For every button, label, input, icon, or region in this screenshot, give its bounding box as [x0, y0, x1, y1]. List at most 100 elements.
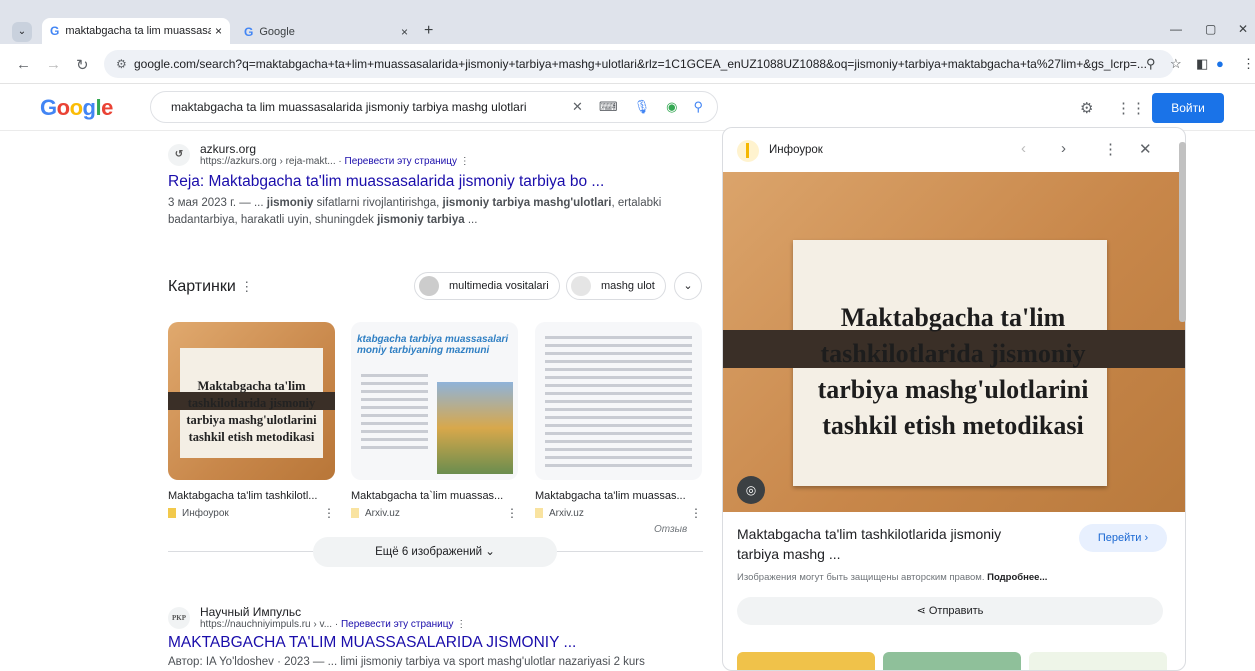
images-heading: Картинки ⋮	[168, 278, 254, 295]
login-button[interactable]: Войти	[1152, 93, 1224, 123]
address-bar-row: ← → ↻ ⚙ google.com/search?q=maktabgacha+…	[0, 44, 1255, 84]
tab-search-results[interactable]: G maktabgacha ta lim muassasala ×	[42, 18, 230, 44]
browser-tab-bar: ⌄ G maktabgacha ta lim muassasala × G Go…	[0, 0, 1255, 44]
result-title-link[interactable]: Reja: Maktabgacha ta'lim muassasalarida …	[168, 173, 698, 191]
image-card[interactable]: Maktabgacha ta'lim muassas... Arxiv.uz ⋮	[535, 322, 702, 520]
more-options-icon[interactable]: ⋮	[506, 506, 518, 520]
close-panel-icon[interactable]: ✕	[1139, 140, 1152, 158]
image-caption[interactable]: Maktabgacha ta`lim muassas...	[351, 490, 518, 502]
image-thumbnail[interactable]: ktabgacha tarbiya muassasalari moniy tar…	[351, 322, 518, 480]
clear-search-icon[interactable]: ✕	[572, 92, 583, 122]
search-icon[interactable]: ⚲	[693, 92, 703, 122]
panel-title[interactable]: Maktabgacha ta'lim tashkilotlarida jismo…	[737, 524, 1047, 564]
google-favicon-icon: G	[244, 25, 254, 39]
preview-image[interactable]: Maktabgacha ta'lim tashkilotlarida jismo…	[723, 172, 1185, 512]
result-url[interactable]: https://azkurs.org › reja-makt...	[200, 156, 336, 167]
keyboard-icon[interactable]: ⌨	[599, 92, 618, 122]
scrollbar[interactable]	[1176, 130, 1188, 671]
related-thumbnail[interactable]	[883, 652, 1021, 670]
tab-title: maktabgacha ta lim muassasala	[65, 25, 211, 37]
more-options-icon[interactable]: ⋮	[690, 506, 702, 520]
image-thumbnail[interactable]	[535, 322, 702, 480]
minimize-button[interactable]: —	[1170, 22, 1182, 36]
forward-icon[interactable]: →	[46, 56, 61, 73]
site-name[interactable]: Научный Импульс	[200, 605, 466, 619]
image-caption[interactable]: Maktabgacha ta'lim muassas...	[535, 490, 702, 502]
next-image-icon[interactable]: ›	[1061, 140, 1066, 157]
back-icon[interactable]: ←	[16, 56, 31, 73]
image-source: Инфоурок	[182, 507, 229, 519]
site-favicon-icon: ↺	[168, 143, 190, 166]
chevron-down-icon: ⌄	[485, 546, 495, 558]
site-name[interactable]: azkurs.org	[200, 142, 470, 156]
chip-thumbnail	[419, 276, 439, 296]
sidepanel-icon[interactable]: ◧	[1196, 56, 1208, 72]
image-card[interactable]: Maktabgacha ta'lim tashkilotlarida jismo…	[168, 322, 335, 520]
tab-close-icon[interactable]: ×	[401, 25, 408, 39]
related-thumbnail[interactable]	[737, 652, 875, 670]
panel-source[interactable]: Инфоурок	[769, 144, 823, 156]
tab-title: Google	[259, 26, 295, 38]
lens-search-icon[interactable]: ◉	[666, 92, 677, 122]
related-images	[737, 652, 1167, 670]
copyright-note: Изображения могут быть защищены авторски…	[737, 572, 1048, 583]
url-field[interactable]: ⚙ google.com/search?q=maktabgacha+ta+lim…	[104, 50, 1174, 78]
lens-icon[interactable]: ◎	[737, 476, 765, 504]
close-window-button[interactable]: ✕	[1238, 22, 1248, 36]
search-result: ↺ azkurs.org https://azkurs.org › reja-m…	[168, 142, 698, 229]
visit-button[interactable]: Перейти ›	[1079, 524, 1167, 552]
source-icon	[535, 508, 543, 518]
tab-close-icon[interactable]: ×	[215, 24, 222, 38]
feedback-link[interactable]: Отзыв	[654, 524, 687, 535]
new-tab-button[interactable]: +	[424, 22, 433, 40]
filter-chip[interactable]: mashg ulot	[566, 272, 666, 300]
google-favicon-icon: G	[50, 24, 60, 38]
share-icon: ⋖	[916, 605, 926, 617]
reload-icon[interactable]: ↻	[76, 56, 89, 74]
profile-icon[interactable]: ●	[1216, 56, 1224, 71]
images-menu-icon[interactable]: ⋮	[240, 279, 253, 294]
share-button[interactable]: ⋖ Отправить	[737, 597, 1163, 625]
more-images-button[interactable]: Ещё 6 изображений ⌄	[313, 537, 557, 567]
learn-more-link[interactable]: Подробнее...	[987, 572, 1047, 583]
translate-link[interactable]: Перевести эту страницу	[341, 619, 453, 630]
result-snippet: 3 мая 2023 г. — ... jismoniy sifatlarni …	[168, 197, 662, 226]
image-caption[interactable]: Maktabgacha ta'lim tashkilotl...	[168, 490, 335, 502]
image-source: Arxiv.uz	[365, 507, 400, 519]
search-result: PKP Научный Импульс https://nauchniyimpu…	[168, 605, 698, 671]
location-icon[interactable]: ⚲	[1146, 56, 1156, 72]
search-box-icons: ✕ ⌨ 🎙 ◉ ⚲	[572, 92, 703, 122]
settings-gear-icon[interactable]: ⚙	[1080, 99, 1093, 117]
restore-button[interactable]: ▢	[1205, 22, 1216, 36]
bookmark-star-icon[interactable]: ☆	[1170, 56, 1182, 72]
source-icon	[168, 508, 176, 518]
image-source: Arxiv.uz	[549, 507, 584, 519]
result-title-link[interactable]: MAKTABGACHA TA'LIM MUASSASALARIDA JISMON…	[168, 634, 698, 652]
image-preview-panel: Инфоурок ‹ › ⋮ ✕ Maktabgacha ta'lim tash…	[722, 127, 1186, 671]
search-query: maktabgacha ta lim muassasalarida jismon…	[171, 100, 527, 114]
result-url[interactable]: https://nauchniyimpuls.ru › v...	[200, 619, 332, 630]
result-snippet: Автор: IA Yo'ldoshev · 2023 — ... limi j…	[168, 656, 645, 668]
google-header: Google maktabgacha ta lim muassasalarida…	[0, 85, 1255, 131]
tab-search-button[interactable]: ⌄	[12, 22, 32, 42]
image-thumbnail[interactable]: Maktabgacha ta'lim tashkilotlarida jismo…	[168, 322, 335, 480]
prev-image-icon[interactable]: ‹	[1021, 140, 1026, 157]
translate-link[interactable]: Перевести эту страницу	[345, 156, 457, 167]
image-card[interactable]: ktabgacha tarbiya muassasalari moniy tar…	[351, 322, 518, 520]
panel-menu-icon[interactable]: ⋮	[1103, 140, 1118, 158]
search-input[interactable]: maktabgacha ta lim muassasalarida jismon…	[150, 91, 718, 123]
infourok-favicon-icon	[737, 140, 759, 162]
site-settings-icon[interactable]: ⚙	[116, 50, 127, 78]
url-text: google.com/search?q=maktabgacha+ta+lim+m…	[134, 57, 1147, 71]
more-options-icon[interactable]: ⋮	[323, 506, 335, 520]
google-logo[interactable]: Google	[40, 95, 113, 121]
chip-expand-button[interactable]: ⌄	[674, 272, 702, 300]
source-icon	[351, 508, 359, 518]
tab-google[interactable]: G Google ×	[236, 20, 416, 44]
site-favicon-icon: PKP	[168, 606, 190, 629]
browser-menu-icon[interactable]: ⋮	[1242, 56, 1255, 72]
voice-search-icon[interactable]: 🎙	[634, 92, 651, 122]
related-thumbnail[interactable]	[1029, 652, 1167, 670]
panel-header: Инфоурок ‹ › ⋮ ✕	[723, 128, 1185, 172]
filter-chip[interactable]: multimedia vositalari	[414, 272, 560, 300]
